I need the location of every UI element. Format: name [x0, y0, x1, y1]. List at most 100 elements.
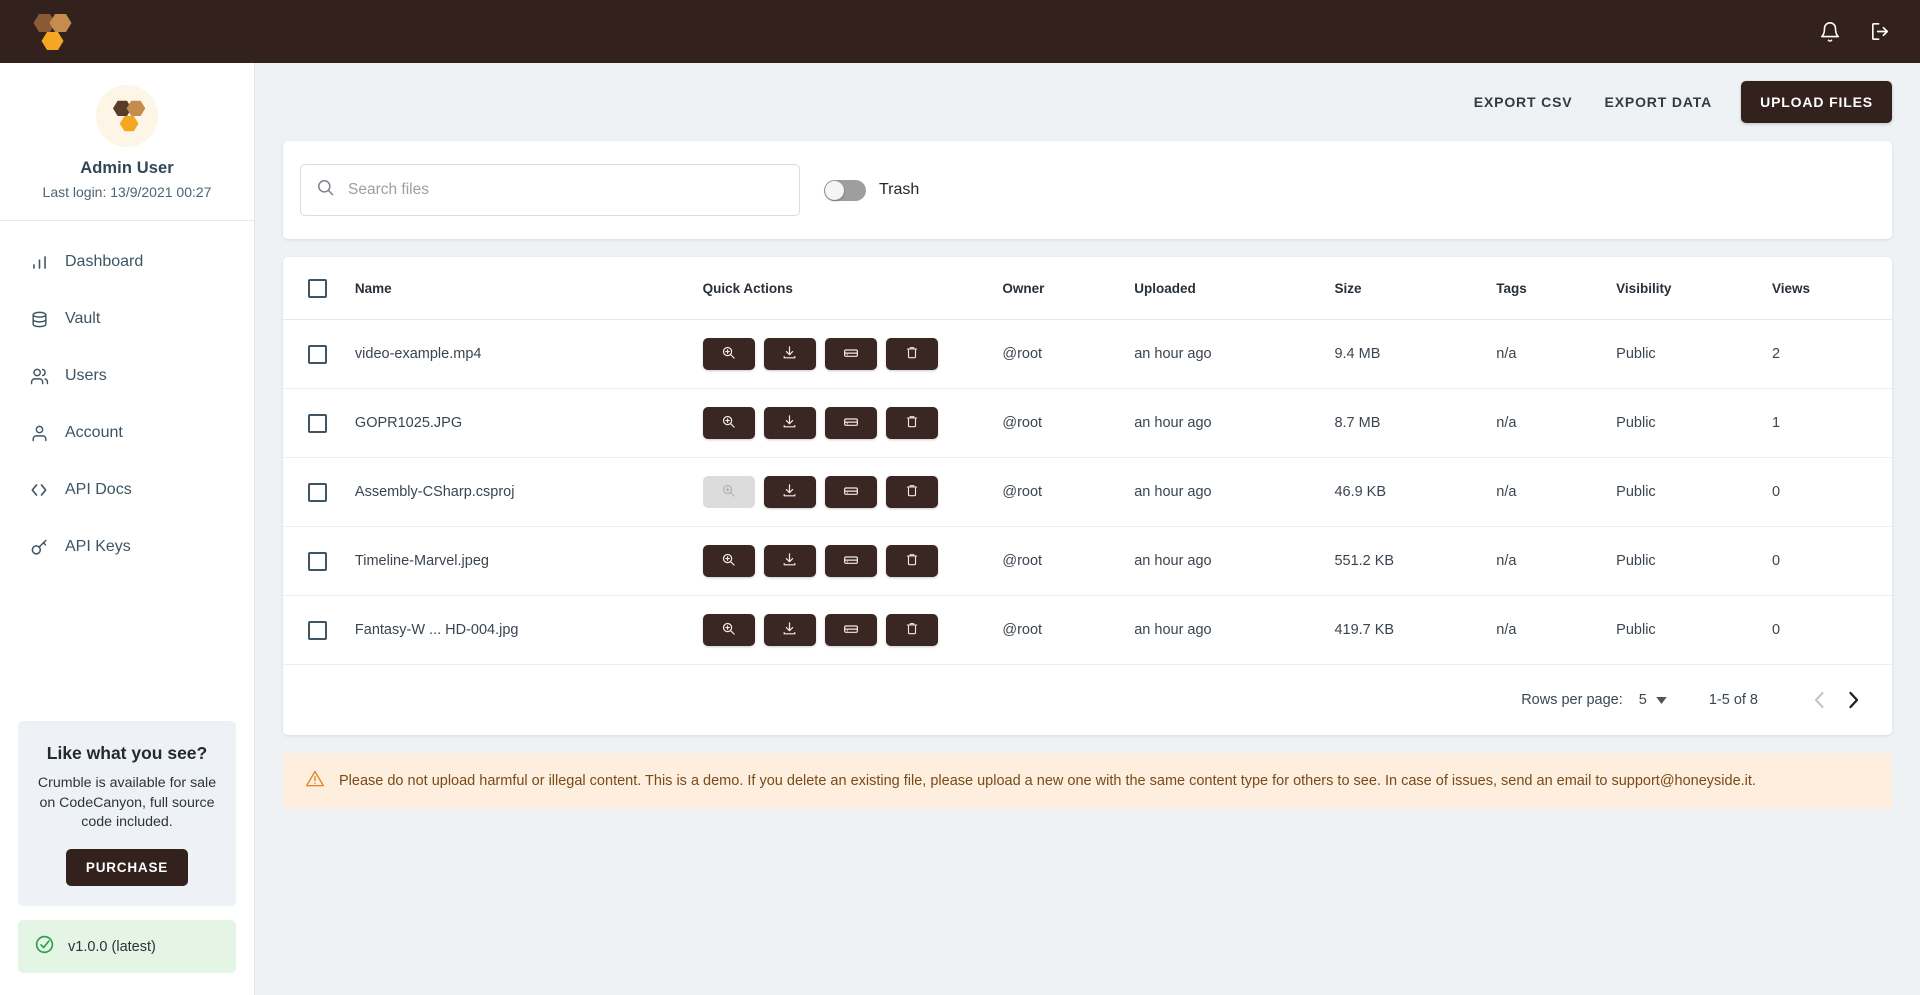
sidebar-item-label: API Keys [65, 538, 131, 555]
trash-button[interactable] [885, 614, 938, 646]
table-row[interactable]: GOPR1025.JPG @root an hour ago 8.7 MB n/a Pub… [283, 388, 1892, 458]
column-header-tags[interactable]: Tags [1496, 257, 1617, 320]
file-visibility: Public [1616, 526, 1773, 596]
trash-toggle[interactable]: Trash [824, 179, 919, 201]
download-button[interactable] [763, 407, 816, 439]
table-head: Name Quick Actions Owner Uploaded Size T… [283, 257, 1892, 320]
drive-button[interactable] [824, 476, 877, 508]
export-csv-button[interactable]: EXPORT CSV [1458, 83, 1589, 121]
trash-button[interactable] [885, 407, 938, 439]
download-icon [782, 414, 797, 432]
drive-button[interactable] [824, 407, 877, 439]
quick-actions-group [702, 614, 1003, 646]
file-name[interactable]: GOPR1025.JPG [354, 388, 703, 458]
download-button[interactable] [763, 614, 816, 646]
profile-name: Admin User [80, 159, 174, 177]
sidebar-nav: Dashboard Vault Users Account API Docs A… [0, 221, 254, 583]
sidebar-item-users[interactable]: Users [0, 355, 254, 397]
table-row[interactable]: video-example.mp4 @root an hour ago 9.4 MB n… [283, 319, 1892, 389]
trash-toggle-switch[interactable] [824, 179, 866, 201]
drive-icon [843, 483, 859, 502]
download-button[interactable] [763, 476, 816, 508]
column-header-uploaded[interactable]: Uploaded [1134, 257, 1335, 320]
quick-actions-group [702, 407, 1003, 439]
file-size: 551.2 KB [1334, 526, 1497, 596]
zoom-in-button[interactable] [702, 338, 755, 370]
sidebar-item-api-docs[interactable]: API Docs [0, 469, 254, 511]
column-header-views[interactable]: Views [1772, 257, 1892, 320]
column-header-visibility[interactable]: Visibility [1616, 257, 1773, 320]
file-tags: n/a [1496, 595, 1617, 665]
table-row[interactable]: Fantasy-W ... HD-004.jpg @root an hour ago… [283, 595, 1892, 665]
search-box[interactable] [300, 164, 800, 216]
zoom-in-icon [721, 345, 736, 363]
table-row[interactable]: Timeline-Marvel.jpeg @root an hour ago 551.… [283, 526, 1892, 596]
file-uploaded: an hour ago [1134, 388, 1335, 458]
trash-button[interactable] [885, 338, 938, 370]
drive-button[interactable] [824, 338, 877, 370]
row-select-cell [283, 319, 355, 389]
file-uploaded: an hour ago [1134, 526, 1335, 596]
sidebar-item-account[interactable]: Account [0, 412, 254, 454]
toggle-knob [825, 180, 844, 200]
row-checkbox[interactable] [308, 482, 327, 502]
row-checkbox[interactable] [308, 551, 327, 571]
file-visibility: Public [1616, 595, 1773, 665]
rows-per-page-select[interactable]: 5 [1639, 692, 1667, 708]
sidebar-item-label: API Docs [65, 481, 132, 498]
next-page-button[interactable] [1836, 683, 1870, 717]
file-name[interactable]: Fantasy-W ... HD-004.jpg [354, 595, 703, 665]
zoom-in-button[interactable] [702, 407, 755, 439]
sidebar-item-vault[interactable]: Vault [0, 298, 254, 340]
row-select-cell [283, 526, 355, 596]
download-button[interactable] [763, 545, 816, 577]
row-checkbox[interactable] [308, 344, 327, 364]
file-tags: n/a [1496, 526, 1617, 596]
row-checkbox[interactable] [308, 413, 327, 433]
file-uploaded: an hour ago [1134, 595, 1335, 665]
logout-icon[interactable] [1869, 20, 1892, 43]
zoom-in-icon [721, 483, 736, 501]
purchase-button[interactable]: PURCHASE [65, 849, 189, 886]
quick-actions-cell [702, 388, 1003, 458]
table-row[interactable]: Assembly-CSharp.csproj @root an hour ago 46… [283, 457, 1892, 527]
app-logo[interactable] [28, 12, 72, 52]
zoom-in-icon [721, 414, 736, 432]
file-size: 46.9 KB [1334, 457, 1497, 527]
file-name[interactable]: Timeline-Marvel.jpeg [354, 526, 703, 596]
column-header-owner[interactable]: Owner [1002, 257, 1135, 320]
select-all-checkbox[interactable] [308, 279, 327, 298]
sidebar-item-api-keys[interactable]: API Keys [0, 526, 254, 568]
zoom-in-button[interactable] [702, 614, 755, 646]
file-name[interactable]: Assembly-CSharp.csproj [354, 457, 703, 527]
row-checkbox[interactable] [308, 620, 327, 640]
chevron-down-icon [1656, 692, 1667, 708]
zoom-in-button[interactable] [702, 545, 755, 577]
download-button[interactable] [763, 338, 816, 370]
file-name[interactable]: video-example.mp4 [354, 319, 703, 389]
trash-button[interactable] [885, 476, 938, 508]
trash-button[interactable] [885, 545, 938, 577]
main-content: EXPORT CSV EXPORT DATA UPLOAD FILES Tras… [255, 63, 1920, 995]
quick-actions-cell [702, 319, 1003, 389]
column-header-size[interactable]: Size [1334, 257, 1497, 320]
previous-page-button[interactable] [1802, 683, 1836, 717]
header-action-bar: EXPORT CSV EXPORT DATA UPLOAD FILES [255, 63, 1920, 141]
export-data-button[interactable]: EXPORT DATA [1589, 83, 1729, 121]
column-header-quick-actions: Quick Actions [702, 257, 1003, 320]
download-icon [782, 552, 797, 570]
drive-button[interactable] [824, 545, 877, 577]
key-icon [28, 536, 50, 558]
file-owner: @root [1002, 595, 1135, 665]
version-badge: v1.0.0 (latest) [18, 920, 236, 973]
search-icon [316, 178, 335, 202]
drive-button[interactable] [824, 614, 877, 646]
promo-title: Like what you see? [46, 743, 208, 764]
sidebar-item-dashboard[interactable]: Dashboard [0, 241, 254, 283]
column-header-name[interactable]: Name [354, 257, 703, 320]
search-input[interactable] [348, 181, 784, 199]
file-uploaded: an hour ago [1134, 319, 1335, 389]
file-size: 8.7 MB [1334, 388, 1497, 458]
upload-files-button[interactable]: UPLOAD FILES [1741, 81, 1892, 123]
notifications-icon[interactable] [1819, 21, 1841, 43]
